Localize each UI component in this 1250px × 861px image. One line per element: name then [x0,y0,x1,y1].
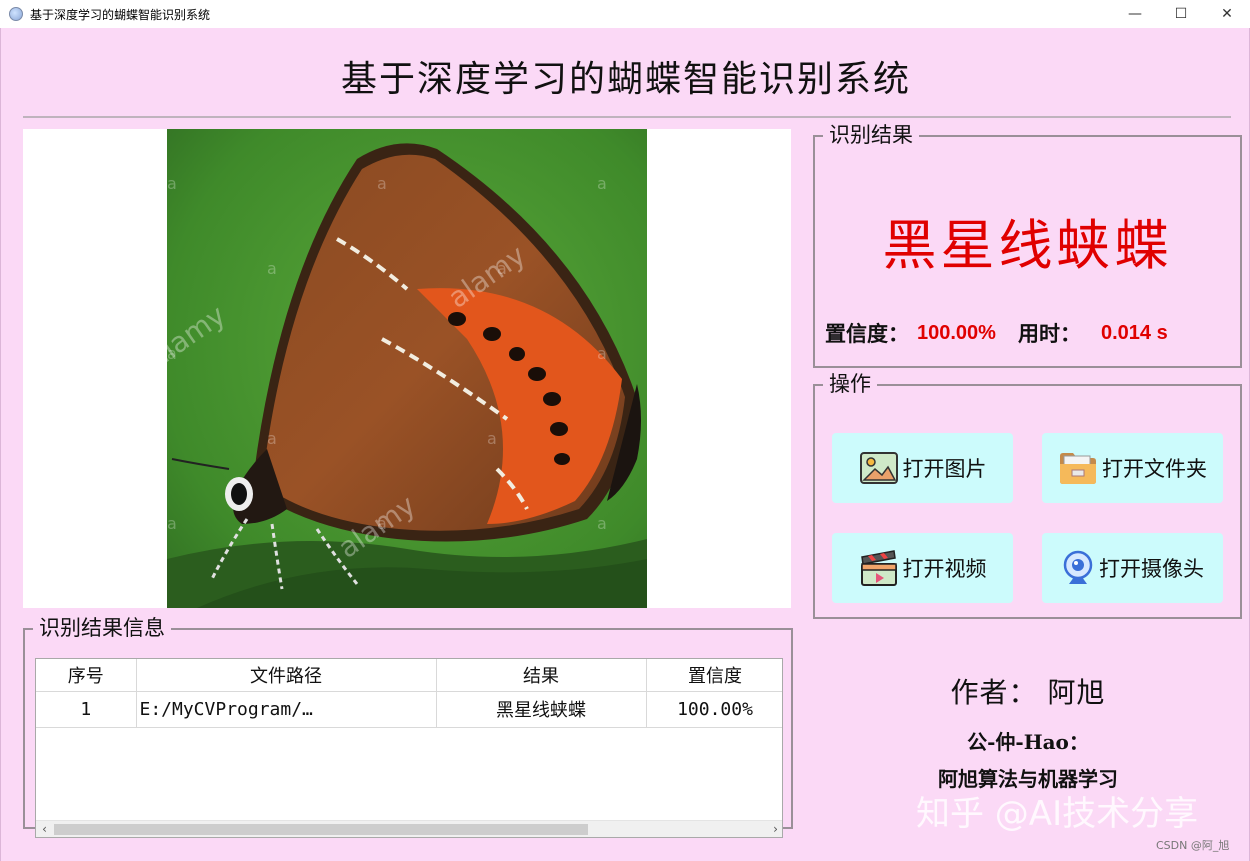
app-icon [9,7,23,21]
time-label: 用时： [1017,321,1081,346]
svg-text:a: a [597,174,607,193]
webcam-icon [1063,550,1093,584]
author-line: 作者： 阿旭 [950,676,1106,709]
svg-text:a: a [597,514,607,533]
account-line: 公-仲-Hao： [967,730,1089,754]
open-image-button[interactable]: 打开图片 [832,433,1013,503]
confidence-row: 置信度： 100.00% 用时： 0.014 s [825,318,1235,348]
table-header-row: 序号 文件路径 结果 置信度 [36,659,782,692]
column-header-index[interactable]: 序号 [36,659,137,692]
svg-text:a: a [597,344,607,363]
results-info-group: 识别结果信息 序号 文件路径 结果 置信度 1 E:/MyCVProgram/… [23,616,793,838]
time-value: 0.014 s [1100,321,1168,344]
zhihu-watermark: 知乎 @AI技术分享 [916,794,1199,834]
svg-text:a: a [487,429,497,448]
app-window: 基于深度学习的蝴蝶智能识别系统 a a a a a a a a a a a a … [0,28,1250,861]
cell-path: E:/MyCVProgram/… [136,691,437,728]
svg-text:a: a [167,174,177,193]
scrollbar-thumb[interactable] [54,824,588,835]
confidence-value: 100.00% [917,321,996,344]
results-info-legend: 识别结果信息 [39,616,165,640]
cell-index: 1 [36,691,137,728]
operations-group: 操作 打开图片 打开文件夹 打开视频 打开摄像头 [813,374,1242,619]
result-group: 识别结果 黑星线蛱蝶 置信度： 100.00% 用时： 0.014 s [813,125,1242,368]
title-divider [23,116,1231,118]
horizontal-scrollbar[interactable]: ‹ › [36,820,782,837]
scroll-left-arrow[interactable]: ‹ [36,821,53,837]
folder-icon [1060,453,1096,484]
confidence-label: 置信度： [825,321,909,346]
maximize-button[interactable]: ☐ [1158,0,1204,28]
svg-text:a: a [167,514,177,533]
cell-confidence: 100.00% [646,691,782,728]
svg-text:a: a [267,259,277,278]
operations-group-legend: 操作 [829,372,871,396]
open-folder-button[interactable]: 打开文件夹 [1042,433,1223,503]
column-header-confidence[interactable]: 置信度 [646,659,782,692]
column-header-path[interactable]: 文件路径 [136,659,437,692]
open-camera-button[interactable]: 打开摄像头 [1042,533,1223,603]
image-display-panel: aaa aaa aaa aaa alamy alamy alamy [23,129,791,608]
column-header-result[interactable]: 结果 [436,659,647,692]
scroll-right-arrow[interactable]: › [767,821,782,837]
image-icon [859,452,898,484]
results-table: 序号 文件路径 结果 置信度 1 E:/MyCVProgram/… 黑星线蛱蝶 … [36,659,782,728]
csdn-watermark: CSDN @阿_旭 [1156,839,1230,852]
open-camera-label: 打开摄像头 [1099,557,1204,581]
open-folder-label: 打开文件夹 [1102,457,1207,481]
svg-text:a: a [377,174,387,193]
open-image-label: 打开图片 [902,457,987,481]
butterfly-photo: aaa aaa aaa aaa alamy alamy alamy [167,129,647,608]
minimize-button[interactable]: — [1112,0,1158,28]
results-table-container[interactable]: 序号 文件路径 结果 置信度 1 E:/MyCVProgram/… 黑星线蛱蝶 … [35,658,783,838]
window-title: 基于深度学习的蝴蝶智能识别系统 [30,7,211,22]
open-video-button[interactable]: 打开视频 [832,533,1013,603]
title-bar: 基于深度学习的蝴蝶智能识别系统 — ☐ ✕ [0,0,1250,28]
page-title: 基于深度学习的蝴蝶智能识别系统 [340,59,911,100]
result-species-name: 黑星线蛱蝶 [882,214,1173,277]
table-row[interactable]: 1 E:/MyCVProgram/… 黑星线蛱蝶 100.00% [36,691,782,728]
cell-result: 黑星线蛱蝶 [436,691,647,728]
svg-text:a: a [267,429,277,448]
close-button[interactable]: ✕ [1204,0,1250,28]
clapperboard-icon [860,550,897,586]
result-group-legend: 识别结果 [829,123,913,147]
open-video-label: 打开视频 [902,557,987,581]
